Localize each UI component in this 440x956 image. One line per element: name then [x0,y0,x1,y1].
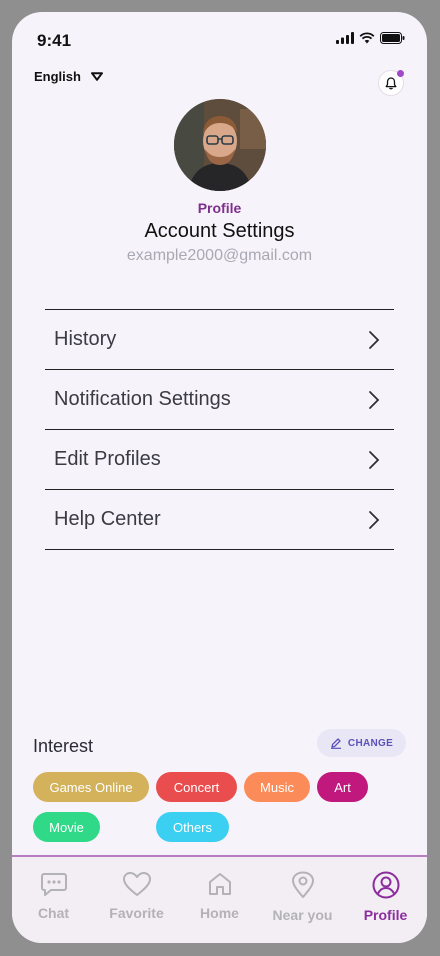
nav-item-profile[interactable]: Profile [346,871,426,943]
menu-item-label: Edit Profiles [54,448,161,470]
change-interest-button[interactable]: CHANGE [317,729,406,757]
tag-label: Art [334,779,351,795]
interest-tag-art[interactable]: Art [317,772,368,802]
chevron-right-icon [369,450,380,469]
bell-icon [385,76,397,89]
profile-label: Profile [197,200,242,216]
tag-label: Music [260,779,294,795]
menu-item-notification-settings[interactable]: Notification Settings [45,370,394,430]
page-title: Account Settings [144,220,295,242]
home-icon [208,873,231,895]
change-label: CHANGE [347,737,394,749]
chat-icon [40,873,67,896]
language-label: English [34,69,81,84]
menu-item-label: Help Center [54,508,161,530]
chevron-right-icon [369,390,380,409]
wifi-icon [359,32,375,44]
interest-tag-games-online[interactable]: Games Online [33,772,149,802]
bottom-navigation: Chat Favorite Home Near you Profile [12,855,427,943]
notification-dot [397,70,404,77]
user-circle-icon [372,871,399,899]
tag-label: Others [172,819,212,835]
user-email: example2000@gmail.com [126,247,313,264]
interest-tag-movie[interactable]: Movie [33,812,100,842]
interest-tag-music[interactable]: Music [244,772,310,802]
signal-icon [336,32,354,44]
tag-label: Concert [173,779,220,795]
heart-icon [122,872,151,896]
edit-pencil-icon [330,738,341,749]
nav-label: Home [200,905,239,921]
menu-item-label: History [54,328,117,350]
avatar-photo [174,99,266,191]
triangle-down-icon [90,72,103,81]
menu-item-edit-profiles[interactable]: Edit Profiles [45,430,394,490]
menu-item-history[interactable]: History [45,310,394,370]
nav-label: Favorite [109,905,164,921]
nav-item-favorite[interactable]: Favorite [97,871,177,943]
tag-label: Games Online [49,779,133,795]
tag-label: Movie [49,819,84,835]
nav-label: Near you [272,907,333,923]
language-selector[interactable]: English [34,69,103,84]
status-icons [336,32,405,44]
interest-tag-concert[interactable]: Concert [156,772,237,802]
nav-label: Chat [37,905,70,921]
battery-icon [380,32,405,44]
notification-button[interactable] [378,70,404,96]
location-pin-icon [291,871,314,898]
chevron-right-icon [369,330,380,349]
nav-item-home[interactable]: Home [180,871,260,943]
status-bar: 9:41 [12,12,427,68]
interest-heading: Interest [33,736,94,756]
status-time: 9:41 [37,31,72,50]
menu-item-help-center[interactable]: Help Center [45,490,394,550]
menu-item-label: Notification Settings [54,388,231,410]
nav-item-chat[interactable]: Chat [14,871,94,943]
nav-item-near-you[interactable]: Near you [263,871,343,943]
settings-menu: History Notification Settings Edit Profi… [45,309,394,550]
interest-tag-others[interactable]: Others [156,812,229,842]
avatar[interactable] [174,99,266,191]
nav-label: Profile [363,907,408,923]
phone-screen: 9:41 English Profile Account Settings ex… [12,12,427,943]
chevron-right-icon [369,510,380,529]
